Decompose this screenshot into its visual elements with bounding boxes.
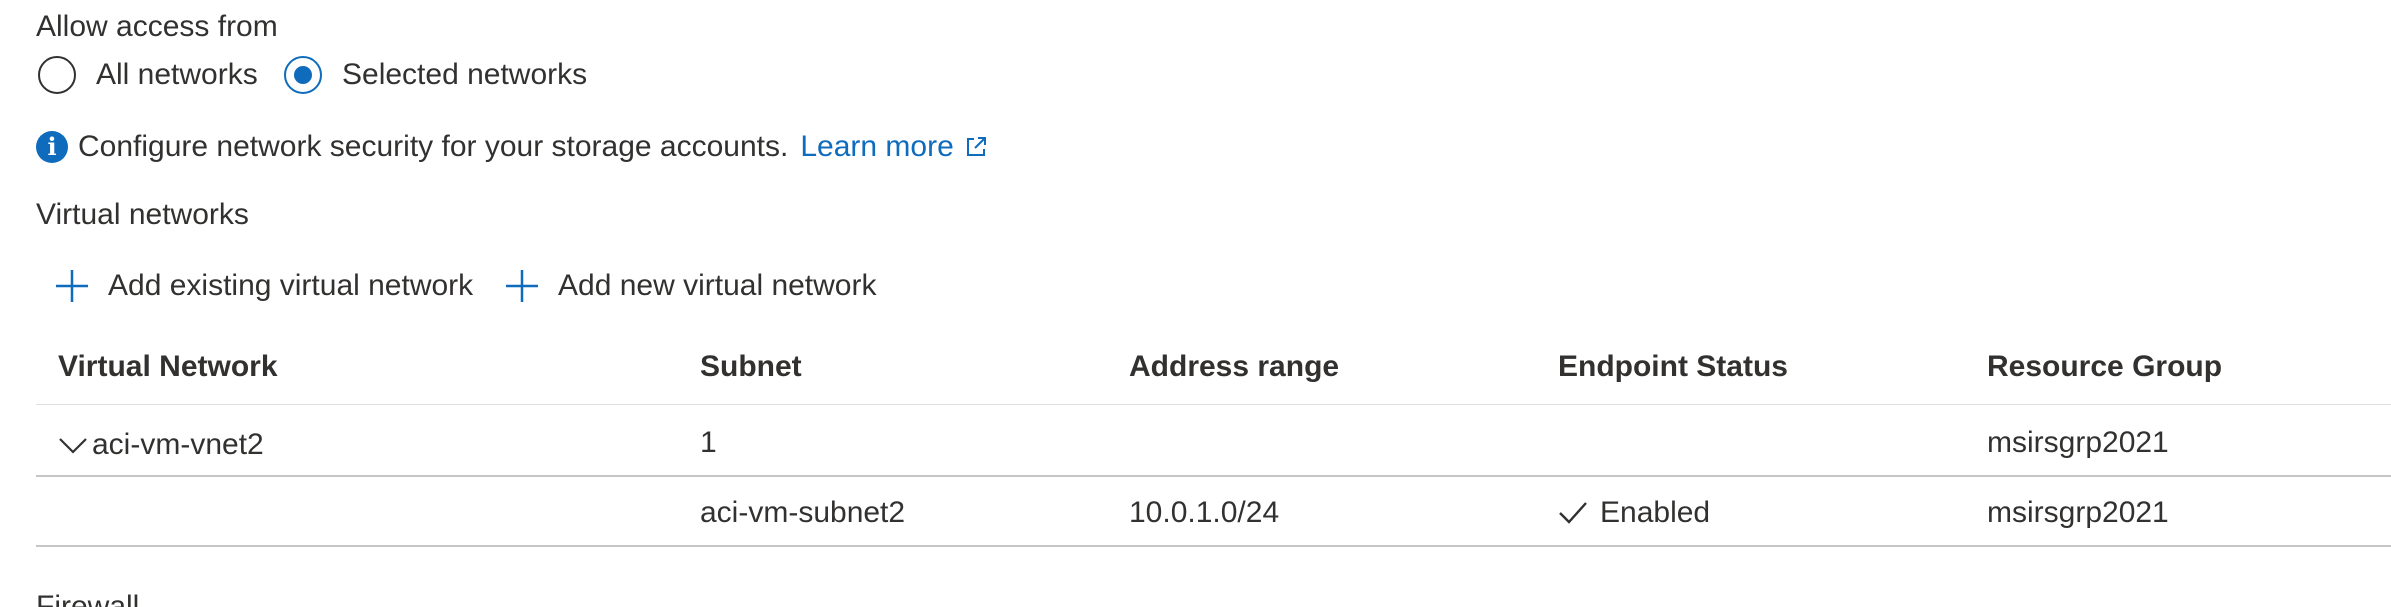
info-icon: i — [36, 131, 68, 163]
external-link-icon[interactable] — [964, 135, 988, 159]
column-header-resource-group[interactable]: Resource Group — [1987, 350, 2222, 384]
checkmark-icon — [1559, 502, 1587, 524]
row-divider — [36, 475, 2391, 477]
add-existing-vnet-button[interactable]: Add existing virtual network — [54, 268, 473, 304]
column-header-virtual-network[interactable]: Virtual Network — [58, 350, 278, 384]
header-divider — [36, 404, 2391, 405]
info-message: i Configure network security for your st… — [36, 130, 988, 164]
firewall-section-title: Firewall — [36, 590, 140, 607]
vnet-cell: aci-vm-vnet2 — [58, 428, 264, 462]
radio-all-networks[interactable]: All networks — [38, 56, 258, 94]
subnet-name: aci-vm-subnet2 — [700, 496, 906, 529]
row-divider — [36, 545, 2391, 547]
plus-icon — [506, 270, 538, 302]
resource-group: msirsgrp2021 — [1987, 496, 2169, 529]
add-new-vnet-label: Add new virtual network — [558, 269, 877, 302]
endpoint-status: Enabled — [1558, 496, 1710, 530]
learn-more-link[interactable]: Learn more — [800, 130, 953, 164]
radio-all-networks-label: All networks — [96, 58, 258, 91]
allow-access-label: Allow access from — [36, 10, 278, 43]
radio-selected-networks-circle[interactable] — [284, 56, 322, 94]
virtual-networks-title: Virtual networks — [36, 198, 249, 231]
info-text: Configure network security for your stor… — [78, 130, 789, 163]
radio-selected-networks[interactable]: Selected networks — [284, 56, 587, 94]
chevron-down-icon[interactable] — [58, 435, 88, 455]
plus-icon — [56, 270, 88, 302]
radio-all-networks-circle[interactable] — [38, 56, 76, 94]
vnet-name: aci-vm-vnet2 — [92, 428, 264, 461]
column-header-endpoint-status[interactable]: Endpoint Status — [1558, 350, 1788, 384]
endpoint-status-text: Enabled — [1600, 496, 1711, 529]
address-range: 10.0.1.0/24 — [1129, 496, 1280, 529]
radio-selected-networks-label: Selected networks — [342, 58, 588, 91]
resource-group-cell: msirsgrp2021 — [1987, 426, 2169, 459]
column-header-address-range[interactable]: Address range — [1129, 350, 1339, 384]
add-new-vnet-button[interactable]: Add new virtual network — [504, 268, 877, 304]
column-header-subnet[interactable]: Subnet — [700, 350, 802, 384]
add-existing-vnet-label: Add existing virtual network — [108, 269, 474, 302]
network-settings-panel: Allow access from All networks Selected … — [0, 0, 2391, 607]
subnet-count: 1 — [700, 426, 717, 459]
